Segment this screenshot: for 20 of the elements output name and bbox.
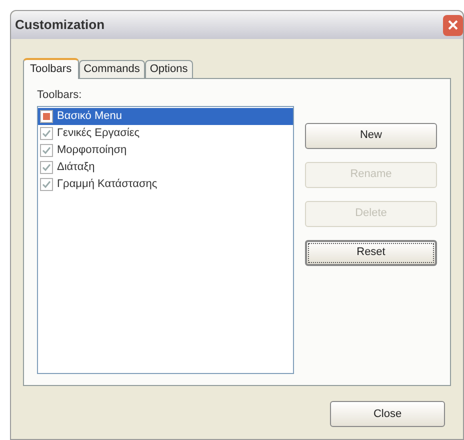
tab[interactable]: Options (144, 60, 193, 78)
list-item[interactable]: Μορφοποίηση (38, 142, 293, 158)
square-mark-icon (43, 112, 50, 120)
checkbox[interactable] (40, 126, 53, 140)
list-item[interactable]: Διάταξη (38, 158, 293, 176)
checkbox[interactable] (40, 144, 53, 156)
tab[interactable]: Commands (78, 60, 145, 78)
close-icon[interactable] (443, 14, 463, 36)
checkbox[interactable] (40, 110, 53, 122)
action-button[interactable]: Reset (305, 240, 437, 266)
list-item[interactable]: Γενικές Εργασίες (38, 124, 293, 142)
close-button[interactable]: Close (330, 401, 445, 427)
list-item[interactable]: Γραμμή Κατάστασης (38, 176, 293, 192)
checkbox[interactable] (40, 160, 53, 174)
action-button[interactable]: New (305, 122, 437, 148)
list-label: Toolbars: (37, 88, 83, 103)
checkbox[interactable] (40, 178, 53, 190)
tab[interactable]: Toolbars (23, 58, 79, 79)
window-title: Customization (15, 16, 105, 34)
list-item[interactable]: Βασικό Menu (38, 108, 293, 124)
